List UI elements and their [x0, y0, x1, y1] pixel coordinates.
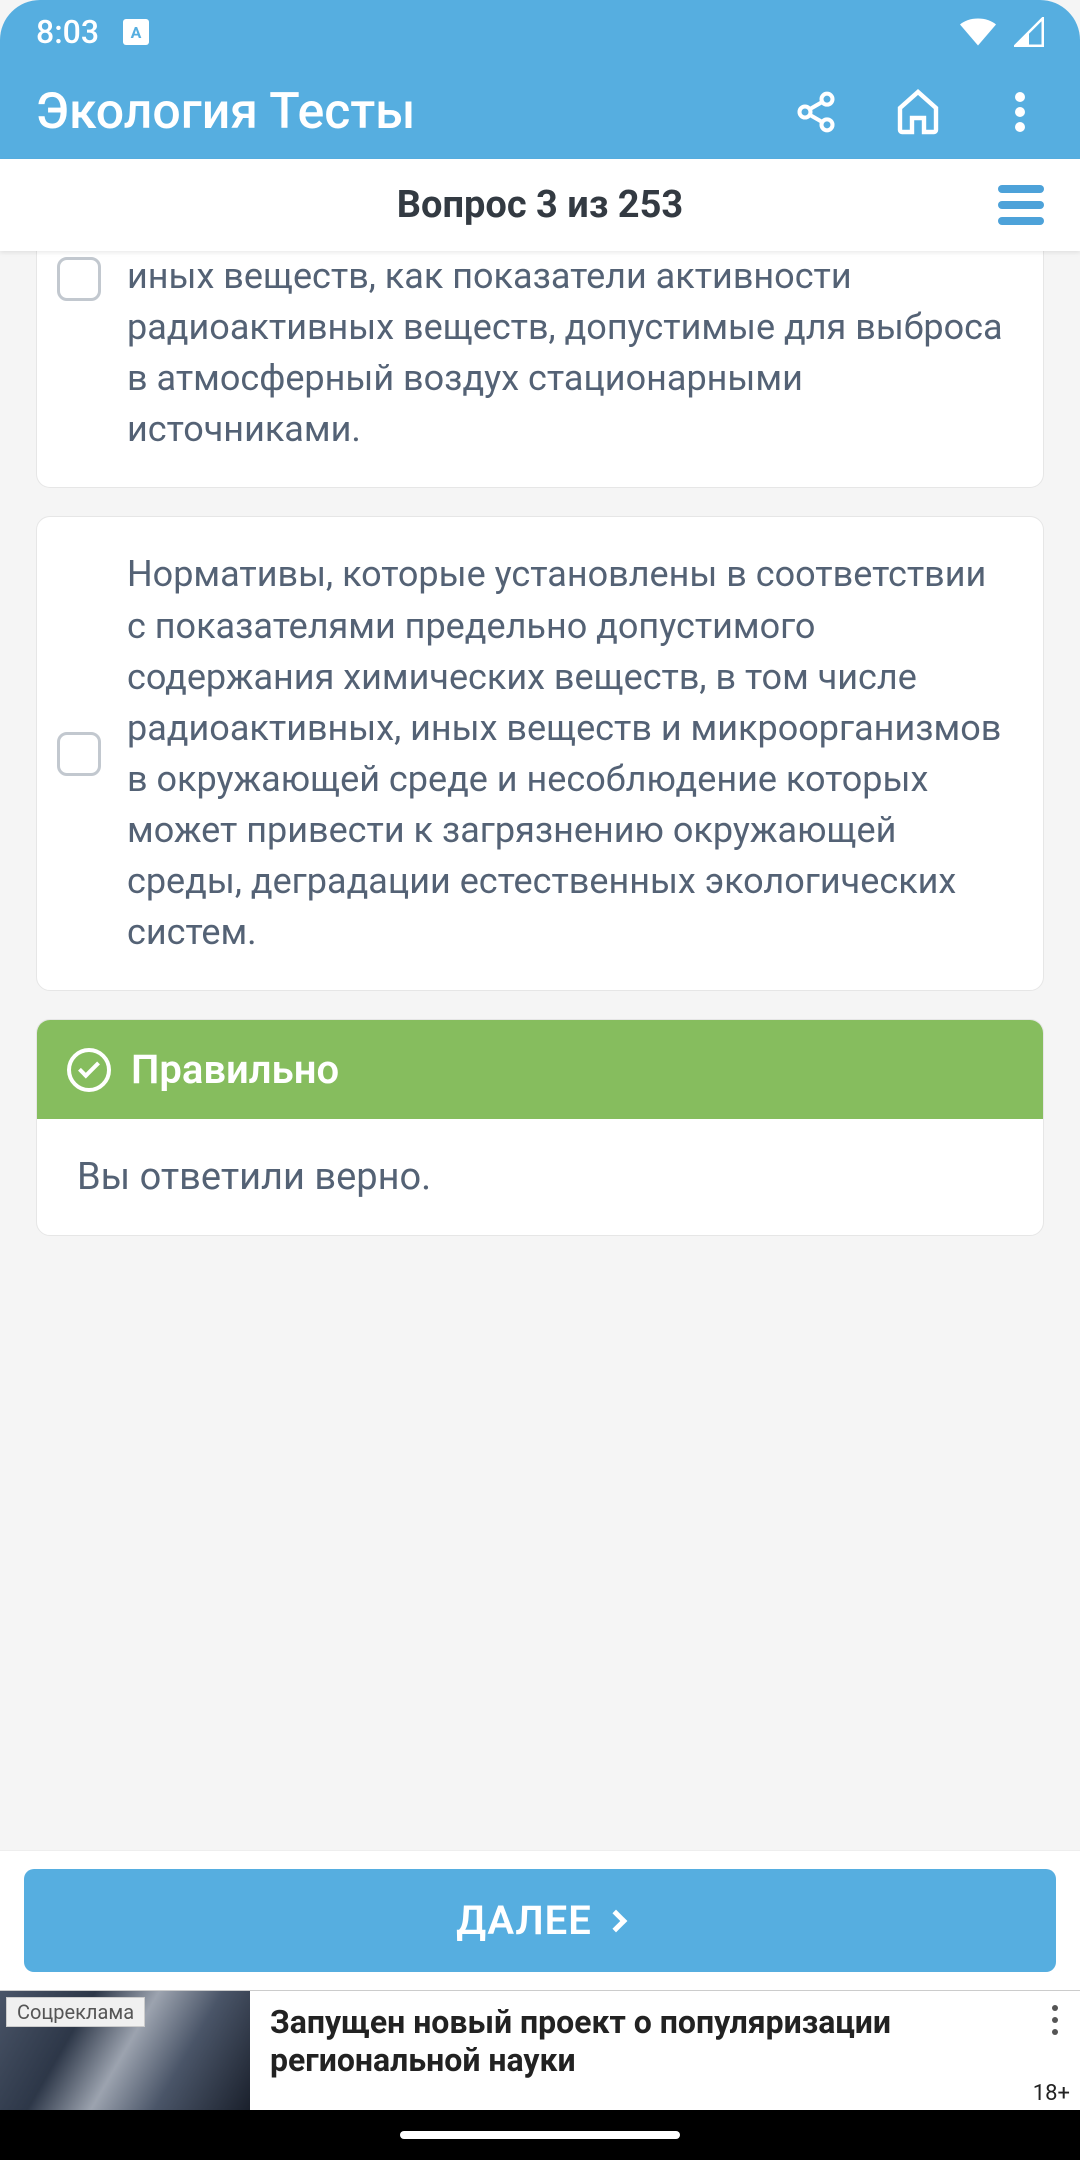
next-button-label: ДАЛЕЕ	[456, 1897, 592, 1944]
result-header: Правильно	[37, 1020, 1043, 1119]
keyboard-indicator-icon: A	[123, 19, 149, 45]
result-title: Правильно	[131, 1046, 339, 1093]
app-bar: Экология Тесты	[0, 64, 1080, 159]
content-area: иных веществ, как показатели активности …	[0, 251, 1080, 1850]
app-title: Экология Тесты	[36, 83, 415, 141]
answer-option[interactable]: Нормативы, которые установлены в соответ…	[36, 516, 1044, 991]
check-circle-icon	[67, 1048, 111, 1092]
ad-age-rating: 18+	[1033, 2081, 1070, 2106]
nav-handle[interactable]	[400, 2131, 680, 2139]
hamburger-icon	[998, 185, 1044, 193]
overflow-menu-button[interactable]	[996, 88, 1044, 136]
chevron-right-icon	[604, 1909, 627, 1932]
next-bar: ДАЛЕЕ	[0, 1850, 1080, 1990]
more-vert-icon	[1015, 90, 1025, 134]
share-icon	[794, 90, 838, 134]
next-button[interactable]: ДАЛЕЕ	[24, 1869, 1056, 1972]
ad-image: Соцреклама	[0, 1991, 250, 2110]
question-list-button[interactable]	[998, 185, 1044, 225]
answer-text: иных веществ, как показатели активности …	[127, 251, 1013, 455]
answer-option[interactable]: иных веществ, как показатели активности …	[36, 251, 1044, 488]
result-body-text: Вы ответили верно.	[77, 1155, 1003, 1199]
checkbox-unchecked[interactable]	[57, 257, 101, 301]
ad-text: Запущен новый проект о популяризации рег…	[250, 1991, 1030, 2110]
checkbox-unchecked[interactable]	[57, 732, 101, 776]
status-time: 8:03	[36, 13, 99, 51]
status-bar: 8:03 A	[0, 0, 1080, 64]
ad-label: Соцреклама	[6, 1997, 145, 2027]
ad-banner[interactable]: Соцреклама Запущен новый проект о популя…	[0, 1990, 1080, 2110]
home-icon	[894, 88, 942, 136]
share-button[interactable]	[792, 88, 840, 136]
wifi-icon	[960, 17, 996, 47]
result-card: Правильно Вы ответили верно.	[36, 1019, 1044, 1236]
signal-icon	[1014, 17, 1044, 47]
navigation-bar	[0, 2110, 1080, 2160]
question-counter: Вопрос 3 из 253	[397, 183, 683, 227]
home-button[interactable]	[894, 88, 942, 136]
sub-header: Вопрос 3 из 253	[0, 159, 1080, 251]
answer-text: Нормативы, которые установлены в соответ…	[127, 549, 1013, 958]
